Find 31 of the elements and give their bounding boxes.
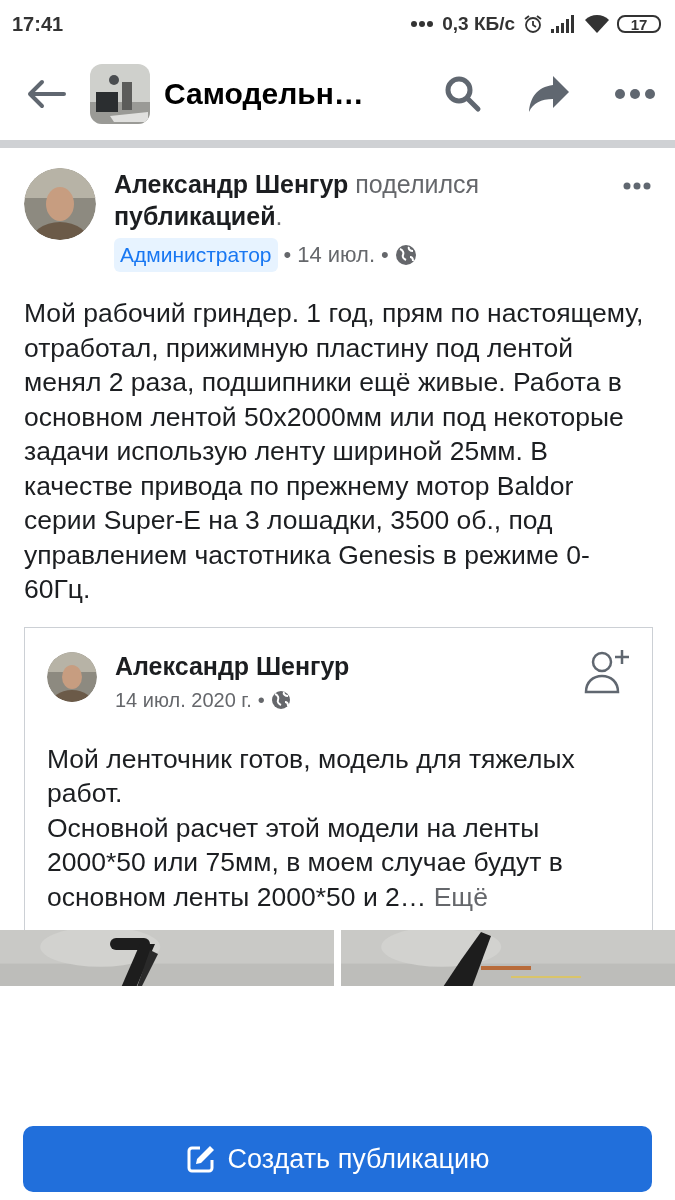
post-title: Александр Шенгур поделился публикацией. [114,169,481,232]
role-badge: Администратор [114,238,278,272]
share-arrow-icon [527,74,571,114]
wifi-icon [585,15,609,33]
separator-dot: • [257,688,265,712]
search-icon [443,74,483,114]
post-text: Мой рабочий гриндер. 1 год, прям по настоящему, отработал, прижимную пластину под лентой менял 2 раза, подшипники ещё живые. Работа в основном лентой 50х2000мм или под некоторые задачи использую ленту шириной 25мм. В качестве привода по прежнему мотор Baldor серии Super-E на 3 лошадки, 3500 об., под управлением частотника Genesis в режиме 0-60Гц. [24,297,645,606]
post-text: Основной расчет этой модели на ленты 2000*50 или 75мм, в моем случае будут в основном ленты 2000*50 и 2… Ещё [47,811,564,914]
separator-dot: • [283,242,292,268]
network-speed: 0,3 КБ/с [442,13,515,35]
edit-icon [185,1144,216,1174]
post-date[interactable]: 14 июл. 2020 г. [115,688,252,712]
create-post-button[interactable]: Создать публикацию [23,1126,652,1192]
author-name[interactable]: Александр Шенгур [115,651,584,681]
globe-icon [270,690,291,710]
group-title: Самодельн… [164,77,365,111]
globe-icon [394,244,417,266]
alarm-icon [523,14,543,34]
clock-time: 17:41 [12,12,64,36]
more-dots-icon [623,182,651,190]
post-date[interactable]: 14 июл. [297,242,376,268]
separator-dot: • [381,242,389,268]
post-text: Мой ленточник готов, модель для тяжелых работ. [47,742,576,810]
add-person-icon [584,647,630,694]
avatar [47,651,97,702]
back-arrow-icon [26,78,66,110]
more-dots-icon [615,89,655,99]
battery-level: 17 [617,15,661,33]
see-more-link[interactable]: Ещё [433,881,488,912]
signal-icon [551,15,577,33]
notification-dots-icon [410,20,435,28]
